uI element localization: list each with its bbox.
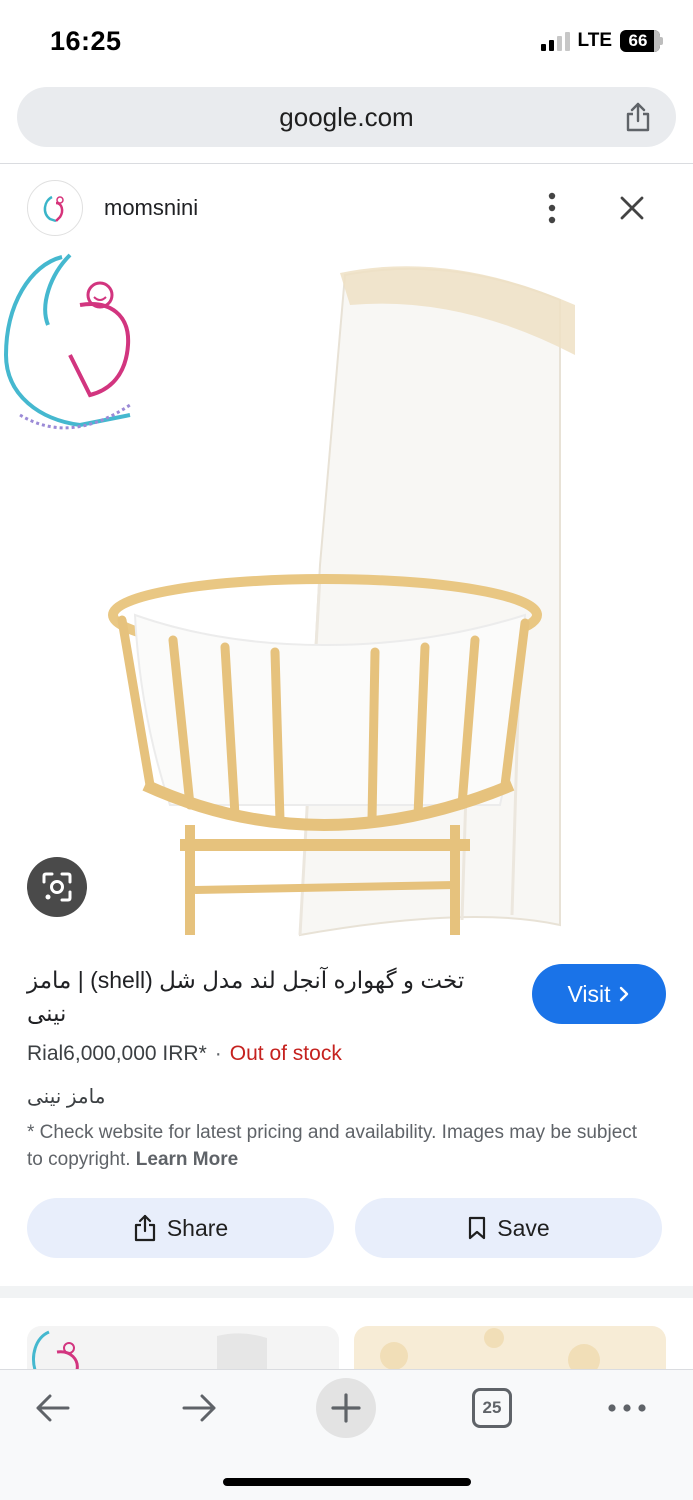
- disclaimer: * Check website for latest pricing and a…: [27, 1119, 647, 1173]
- tabs-count: 25: [482, 1398, 502, 1417]
- separator: ·: [214, 1042, 222, 1065]
- signal-icon: [540, 31, 570, 51]
- share-button[interactable]: Share: [27, 1198, 334, 1258]
- chevron-right-icon: [619, 986, 628, 1002]
- source-header: momsnini: [0, 178, 693, 238]
- lens-icon[interactable]: [27, 857, 87, 917]
- save-button[interactable]: Save: [355, 1198, 662, 1258]
- seller-name: مامز نینی: [27, 1086, 106, 1108]
- product-image[interactable]: [0, 245, 693, 945]
- learn-more-link[interactable]: Learn More: [136, 1149, 238, 1170]
- battery-icon: 66: [620, 30, 660, 52]
- disclaimer-text: * Check website for latest pricing and a…: [27, 1122, 638, 1170]
- visit-button[interactable]: Visit: [532, 964, 666, 1024]
- close-icon[interactable]: [614, 190, 650, 226]
- bookmark-icon: [469, 1216, 486, 1240]
- more-horiz-icon[interactable]: [606, 1390, 648, 1426]
- visit-label: Visit: [567, 980, 611, 1007]
- stock-status: Out of stock: [229, 1042, 342, 1065]
- product-title[interactable]: تخت و گهواره آنجل لند مدل شل (shell) | م…: [27, 964, 507, 1030]
- more-vert-icon[interactable]: [536, 190, 568, 226]
- related-result-thumbnail[interactable]: [27, 1326, 339, 1370]
- network-type: LTE: [577, 30, 612, 51]
- share-label: Share: [166, 1214, 229, 1241]
- price: Rial6,000,000 IRR*: [27, 1042, 207, 1065]
- share-icon[interactable]: [622, 101, 654, 133]
- url-text[interactable]: google.com: [17, 102, 676, 133]
- address-bar[interactable]: google.com: [17, 87, 676, 147]
- back-icon[interactable]: [32, 1390, 72, 1426]
- battery-level: 66: [628, 31, 648, 50]
- section-divider: [0, 1286, 693, 1298]
- share-icon: [134, 1214, 155, 1242]
- home-indicator[interactable]: [223, 1478, 471, 1486]
- divider: [0, 163, 693, 164]
- tabs-icon[interactable]: 25: [472, 1388, 512, 1428]
- save-label: Save: [497, 1214, 550, 1241]
- new-tab-icon[interactable]: [316, 1378, 376, 1438]
- related-result-thumbnail[interactable]: [354, 1326, 666, 1370]
- status-time: 16:25: [50, 26, 122, 56]
- source-name[interactable]: momsnini: [104, 195, 198, 221]
- status-indicators: LTE 66: [540, 30, 663, 52]
- status-bar: 16:25 LTE 66: [0, 0, 693, 84]
- brand-logo: [3, 253, 131, 430]
- price-row: Rial6,000,000 IRR* · Out of stock: [27, 1042, 342, 1066]
- forward-icon[interactable]: [180, 1390, 220, 1426]
- source-avatar[interactable]: [27, 180, 83, 236]
